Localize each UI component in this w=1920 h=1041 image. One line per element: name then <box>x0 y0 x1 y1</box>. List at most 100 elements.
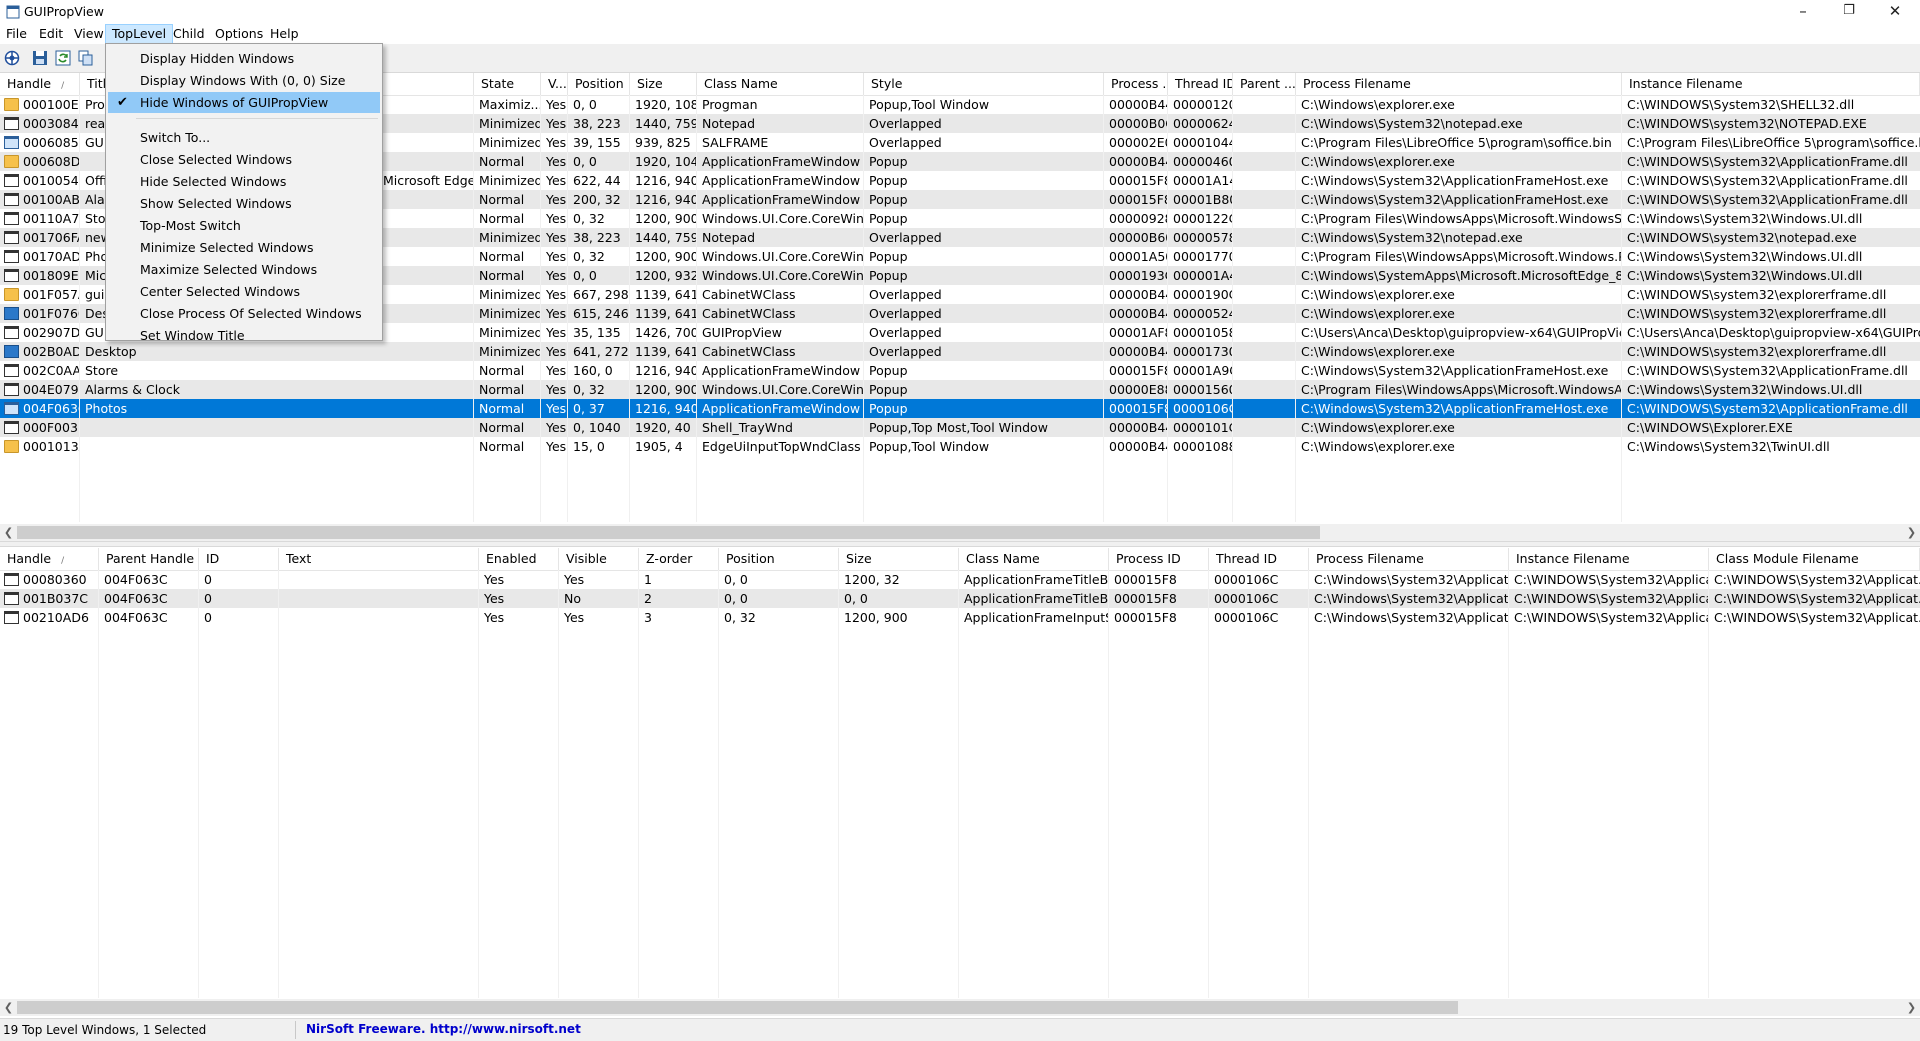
table-row[interactable]: 001B037C 004F063C 0 Yes No 2 0, 0 0, 0 Applicati… <box>0 589 1920 608</box>
cell-process: 00000B44 <box>1109 287 1168 302</box>
column-header-z-order[interactable]: Z-order <box>639 548 719 570</box>
column-header-label: Process Filename <box>1316 551 1424 566</box>
pane-splitter[interactable] <box>0 541 1920 547</box>
cell-z-order: 2 <box>644 591 652 606</box>
cell-enabled: Yes <box>484 610 505 625</box>
menu-toplevel[interactable]: TopLevel <box>105 24 174 44</box>
column-header-thread-id[interactable]: Thread ID <box>1209 548 1309 570</box>
grid-line <box>1708 570 1709 998</box>
scroll-right-icon[interactable]: ❯ <box>1903 524 1920 541</box>
column-header-process-id[interactable]: Process ID <box>1109 548 1209 570</box>
column-header-instance-filename[interactable]: Instance Filename <box>1622 73 1920 95</box>
column-header-parent-handle[interactable]: Parent Handle <box>99 548 199 570</box>
cell-v: Yes <box>546 154 567 169</box>
scroll-left-icon[interactable]: ❮ <box>0 524 17 541</box>
menu-edit[interactable]: Edit <box>33 25 69 43</box>
column-header-class-name[interactable]: Class Name <box>697 73 864 95</box>
column-header-v[interactable]: V... <box>541 73 568 95</box>
cell-state: Normal <box>479 363 525 378</box>
column-header-state[interactable]: State <box>474 73 541 95</box>
cell-process: 00000B0C <box>1109 116 1168 131</box>
column-header-process[interactable]: Process ... <box>1104 73 1168 95</box>
menu-view[interactable]: View <box>68 25 110 43</box>
column-header-position[interactable]: Position <box>719 548 839 570</box>
cell-size: 1905, 4 <box>635 439 683 454</box>
column-header-thread-id[interactable]: Thread ID <box>1168 73 1233 95</box>
table-row[interactable]: 000F003E Normal Yes 0, 1040 1920, 40 Shell_Tr… <box>0 418 1920 437</box>
menu-item-hide-windows-of-guipropview[interactable]: ✔ Hide Windows of GUIPropView <box>108 92 380 113</box>
column-header-label: Parent Handle <box>106 551 195 566</box>
column-header-size[interactable]: Size <box>839 548 959 570</box>
column-header-id[interactable]: ID <box>199 548 279 570</box>
child-list-horizontal-scrollbar[interactable]: ❮ ❯ <box>0 999 1920 1016</box>
column-header-class-module-filename[interactable]: Class Module Filename <box>1709 548 1920 570</box>
window-icon <box>4 402 19 415</box>
restore-button[interactable]: ❐ <box>1826 0 1872 24</box>
column-header-enabled[interactable]: Enabled <box>479 548 559 570</box>
column-header-text[interactable]: Text <box>279 548 479 570</box>
column-header-visible[interactable]: Visible <box>559 548 639 570</box>
menu-item-display-hidden-windows[interactable]: Display Hidden Windows <box>108 48 380 69</box>
scroll-thumb[interactable] <box>17 1001 1458 1014</box>
scroll-thumb[interactable] <box>17 526 1320 539</box>
cell-thread-id: 00001058 <box>1173 325 1233 340</box>
cell-position: 615, 246 <box>573 306 629 321</box>
column-header-process-filename[interactable]: Process Filename <box>1296 73 1622 95</box>
cell-instance-filename: C:\WINDOWS\system32\notepad.exe <box>1627 230 1857 245</box>
column-header-parent[interactable]: Parent ... <box>1233 73 1296 95</box>
menu-item-minimize-selected-windows[interactable]: Minimize Selected Windows <box>108 237 380 258</box>
menu-help[interactable]: Help <box>264 25 305 43</box>
table-row[interactable]: 004F063C Photos Normal Yes 0, 37 1216, 940 App… <box>0 399 1920 418</box>
grid-line <box>1308 570 1309 998</box>
cell-state: Normal <box>479 401 525 416</box>
properties-icon[interactable] <box>2 48 22 68</box>
menu-item-close-process-of-selected-windows[interactable]: Close Process Of Selected Windows <box>108 303 380 324</box>
column-header-handle[interactable]: Handle / <box>0 73 80 95</box>
grid-line <box>1232 95 1233 522</box>
cell-instance-filename: C:\WINDOWS\system32\NOTEPAD.EXE <box>1627 116 1867 131</box>
cell-handle: 002907DE <box>23 325 80 340</box>
table-row[interactable]: 00210AD6 004F063C 0 Yes Yes 3 0, 32 1200, 900 Ap… <box>0 608 1920 627</box>
menu-item-maximize-selected-windows[interactable]: Maximize Selected Windows <box>108 259 380 280</box>
menu-item-set-window-title[interactable]: Set Window Title <box>108 325 380 346</box>
table-row[interactable]: 002C0AA4 Store Normal Yes 160, 0 1216, 940 App… <box>0 361 1920 380</box>
table-row[interactable]: 0001013A Normal Yes 15, 0 1905, 4 EdgeUiInput… <box>0 437 1920 456</box>
menu-item-switch-to[interactable]: Switch To... <box>108 127 380 148</box>
menu-item-label: Maximize Selected Windows <box>140 262 318 277</box>
scroll-right-icon[interactable]: ❯ <box>1903 999 1920 1016</box>
column-header-style[interactable]: Style <box>864 73 1104 95</box>
window-icon <box>4 611 19 624</box>
top-list-horizontal-scrollbar[interactable]: ❮ ❯ <box>0 524 1920 541</box>
nirsoft-link[interactable]: NirSoft Freeware. http://www.nirsoft.net <box>306 1022 581 1036</box>
menu-options[interactable]: Options <box>209 25 269 43</box>
cell-instance-filename: C:\WINDOWS\System32\ApplicationFrame.dll <box>1627 173 1908 188</box>
menu-item-hide-selected-windows[interactable]: Hide Selected Windows <box>108 171 380 192</box>
minimize-button[interactable]: – <box>1780 0 1826 24</box>
column-header-size[interactable]: Size <box>630 73 697 95</box>
save-icon[interactable] <box>30 48 50 68</box>
menu-item-show-selected-windows[interactable]: Show Selected Windows <box>108 193 380 214</box>
column-header-position[interactable]: Position <box>568 73 630 95</box>
close-button[interactable]: ✕ <box>1872 0 1918 24</box>
menu-item-close-selected-windows[interactable]: Close Selected Windows <box>108 149 380 170</box>
menu-file[interactable]: File <box>0 25 33 43</box>
cell-v: Yes <box>546 382 567 397</box>
table-row[interactable]: 004E0796 Alarms & Clock Normal Yes 0, 32 1200… <box>0 380 1920 399</box>
column-header-process-filename[interactable]: Process Filename <box>1309 548 1509 570</box>
column-header-handle[interactable]: Handle / <box>0 548 99 570</box>
cell-process: 00001A50 <box>1109 249 1168 264</box>
refresh-icon[interactable] <box>53 48 73 68</box>
column-header-label: Process ID <box>1116 551 1181 566</box>
menu-item-display-windows-with-0-0-size[interactable]: Display Windows With (0, 0) Size <box>108 70 380 91</box>
column-header-class-name[interactable]: Class Name <box>959 548 1109 570</box>
menu-item-top-most-switch[interactable]: Top-Most Switch <box>108 215 380 236</box>
cell-instance-filename: C:\WINDOWS\System32\ApplicationFrame.dll <box>1627 154 1908 169</box>
menu-item-center-selected-windows[interactable]: Center Selected Windows <box>108 281 380 302</box>
scroll-left-icon[interactable]: ❮ <box>0 999 17 1016</box>
column-header-instance-filename[interactable]: Instance Filename <box>1509 548 1709 570</box>
menu-child[interactable]: Child <box>167 25 211 43</box>
copy-icon[interactable] <box>76 48 96 68</box>
child-windows-list[interactable]: Handle / Parent Handle ID Text Enabled Visible… <box>0 548 1920 998</box>
table-row[interactable]: 00080360 004F063C 0 Yes Yes 1 0, 0 1200, 32 Appl… <box>0 570 1920 589</box>
cell-instance-filename: C:\WINDOWS\Explorer.EXE <box>1627 420 1793 435</box>
